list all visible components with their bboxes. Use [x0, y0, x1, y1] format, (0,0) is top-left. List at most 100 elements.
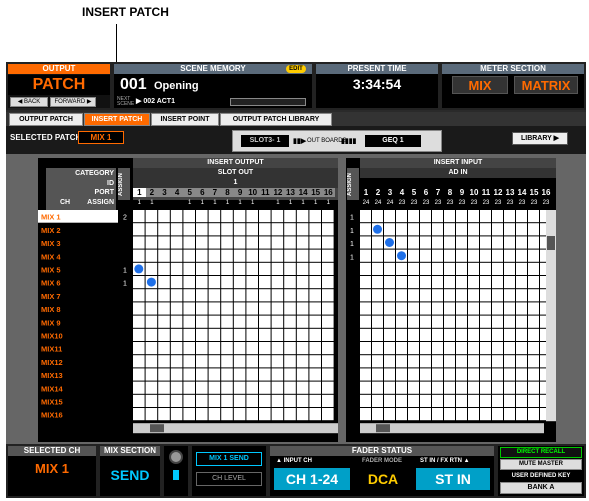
- patch-cell[interactable]: [246, 249, 258, 262]
- patch-cell-right[interactable]: [384, 408, 395, 421]
- patch-cell-right[interactable]: [504, 223, 515, 236]
- patch-cell-right[interactable]: [528, 342, 539, 355]
- patch-cell[interactable]: [196, 342, 208, 355]
- patch-cell[interactable]: [170, 223, 183, 236]
- patch-cell-right[interactable]: [432, 381, 443, 394]
- patch-cell-right[interactable]: [384, 262, 395, 275]
- patch-cell[interactable]: [233, 394, 246, 407]
- patch-cell-right[interactable]: [360, 328, 371, 341]
- patch-cell-right[interactable]: [444, 276, 455, 289]
- patch-cell-right[interactable]: [360, 315, 371, 328]
- patch-cell[interactable]: [183, 381, 195, 394]
- patch-cell-right[interactable]: [408, 302, 419, 315]
- patch-cell-right[interactable]: [480, 408, 491, 421]
- fader-mode-value[interactable]: DCA: [356, 468, 410, 490]
- patch-dot-right[interactable]: [385, 238, 394, 247]
- patch-cell-right[interactable]: [384, 223, 395, 236]
- patch-cell[interactable]: [246, 355, 258, 368]
- patch-cell[interactable]: [322, 262, 334, 275]
- patch-cell-right[interactable]: [528, 223, 539, 236]
- patch-cell[interactable]: [309, 249, 321, 262]
- patch-cell[interactable]: [233, 302, 246, 315]
- row-label-mix1[interactable]: MIX 1: [41, 213, 61, 222]
- patch-cell[interactable]: [133, 408, 145, 421]
- patch-cell[interactable]: [158, 408, 170, 421]
- patch-cell[interactable]: [133, 236, 145, 249]
- patch-cell-right[interactable]: [396, 262, 407, 275]
- patch-cell-right[interactable]: [456, 315, 467, 328]
- patch-cell[interactable]: [259, 249, 271, 262]
- knob-box[interactable]: [164, 446, 188, 496]
- patch-cell[interactable]: [233, 408, 246, 421]
- patch-cell[interactable]: [208, 408, 221, 421]
- patch-cell[interactable]: [309, 302, 321, 315]
- patch-cell[interactable]: [158, 381, 170, 394]
- patch-cell[interactable]: [284, 210, 296, 223]
- input-ch-button[interactable]: CH 1-24: [274, 468, 350, 490]
- patch-cell-right[interactable]: [432, 342, 443, 355]
- patch-cell-right[interactable]: [492, 394, 503, 407]
- patch-cell-right[interactable]: [504, 328, 515, 341]
- patch-cell[interactable]: [322, 236, 334, 249]
- row-label-mix6[interactable]: MIX 6: [41, 279, 61, 288]
- patch-cell-right[interactable]: [360, 302, 371, 315]
- patch-cell[interactable]: [296, 368, 309, 381]
- row-label-mix13[interactable]: MIX13: [41, 371, 63, 380]
- patch-cell-right[interactable]: [504, 249, 515, 262]
- patch-cell-right[interactable]: [360, 368, 371, 381]
- patch-cell[interactable]: [246, 394, 258, 407]
- patch-cell[interactable]: [196, 328, 208, 341]
- mix-section-box[interactable]: MIX SECTION SEND: [100, 446, 160, 496]
- patch-cell-right[interactable]: [420, 249, 431, 262]
- patch-cell[interactable]: [246, 289, 258, 302]
- patch-cell[interactable]: [309, 262, 321, 275]
- patch-cell-right[interactable]: [432, 262, 443, 275]
- patch-cell-right[interactable]: [492, 355, 503, 368]
- forward-button[interactable]: FORWARD ▶: [50, 97, 96, 107]
- selected-patch-value[interactable]: MIX 1: [78, 131, 124, 144]
- patch-cell-right[interactable]: [420, 355, 431, 368]
- patch-cell-right[interactable]: [396, 302, 407, 315]
- patch-cell-right[interactable]: [468, 381, 479, 394]
- patch-cell[interactable]: [145, 236, 158, 249]
- patch-cell[interactable]: [322, 276, 334, 289]
- row-label-mix14[interactable]: MIX14: [41, 384, 64, 393]
- patch-cell[interactable]: [158, 368, 170, 381]
- patch-cell-right[interactable]: [528, 315, 539, 328]
- patch-cell[interactable]: [158, 276, 170, 289]
- patch-cell[interactable]: [133, 355, 145, 368]
- patch-cell-right[interactable]: [360, 223, 371, 236]
- patch-cell[interactable]: [183, 236, 195, 249]
- patch-cell[interactable]: [196, 408, 208, 421]
- patch-cell[interactable]: [133, 276, 145, 289]
- patch-cell-right[interactable]: [444, 394, 455, 407]
- patch-cell[interactable]: [196, 249, 208, 262]
- patch-cell[interactable]: [259, 342, 271, 355]
- patch-cell-right[interactable]: [504, 236, 515, 249]
- patch-cell[interactable]: [133, 210, 145, 223]
- patch-cell[interactable]: [246, 262, 258, 275]
- patch-cell[interactable]: [296, 355, 309, 368]
- patch-cell-right[interactable]: [408, 210, 419, 223]
- tab-insert-patch[interactable]: INSERT PATCH: [84, 113, 150, 126]
- patch-cell-right[interactable]: [420, 302, 431, 315]
- patch-cell[interactable]: [196, 223, 208, 236]
- patch-cell-right[interactable]: [408, 262, 419, 275]
- patch-cell[interactable]: [233, 262, 246, 275]
- patch-cell[interactable]: [208, 249, 221, 262]
- patch-cell[interactable]: [296, 394, 309, 407]
- patch-cell-right[interactable]: [408, 408, 419, 421]
- patch-cell[interactable]: [158, 262, 170, 275]
- patch-cell-right[interactable]: [444, 328, 455, 341]
- patch-cell[interactable]: [233, 289, 246, 302]
- encoder-knob-icon[interactable]: [169, 450, 183, 464]
- patch-cell-right[interactable]: [360, 342, 371, 355]
- patch-cell-right[interactable]: [468, 262, 479, 275]
- patch-cell-right[interactable]: [480, 289, 491, 302]
- patch-cell[interactable]: [322, 342, 334, 355]
- patch-cell[interactable]: [259, 368, 271, 381]
- patch-cell-right[interactable]: [408, 276, 419, 289]
- patch-cell-right[interactable]: [468, 355, 479, 368]
- patch-cell[interactable]: [221, 368, 233, 381]
- patch-cell-right[interactable]: [504, 408, 515, 421]
